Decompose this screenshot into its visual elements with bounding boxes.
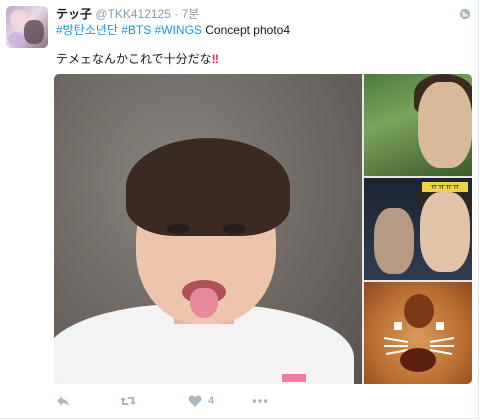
thumbnail-photo-3[interactable] [364, 282, 472, 384]
more-icon[interactable] [252, 394, 268, 408]
avatar-art [24, 20, 44, 44]
media-grid: ㅠㅠㅠㅠ [54, 74, 472, 384]
header-separator: · [174, 7, 179, 21]
avatar-art [8, 32, 24, 46]
photo-shape [400, 348, 436, 372]
retweet-icon[interactable] [120, 394, 136, 408]
tweet-body: テメェなんかこれで十分だな‼ [56, 50, 219, 68]
photo-shape [404, 294, 434, 328]
hashtag-link[interactable]: #WINGS [155, 23, 202, 37]
photo-caption: ㅠㅠㅠㅠ [422, 182, 468, 192]
photo-shape [190, 288, 218, 318]
photo-shape [282, 374, 306, 382]
author-handle[interactable]: @TKK412125 [95, 7, 171, 21]
thumbnail-photo-1[interactable] [364, 74, 472, 176]
tweet-timestamp[interactable]: 7분 [182, 7, 200, 21]
heart-icon[interactable] [188, 394, 202, 408]
double-exclamation-emoji: ‼ [211, 52, 219, 66]
globe-icon[interactable] [459, 8, 471, 20]
thumbnail-photo-2[interactable]: ㅠㅠㅠㅠ [364, 178, 472, 280]
photo-shape [418, 82, 472, 168]
photo-shape [126, 138, 290, 236]
hashtag-link[interactable]: #방탄소년단 [56, 23, 118, 37]
hashtag-link[interactable]: #BTS [121, 23, 151, 37]
photo-shape [222, 224, 246, 234]
like-count[interactable]: 4 [208, 394, 214, 408]
main-photo[interactable] [54, 74, 362, 384]
tweet-hashtags: #방탄소년단 #BTS #WINGS Concept photo4 [56, 22, 290, 38]
tweet-caption: Concept photo4 [205, 23, 290, 37]
tweet-body-text: テメェなんかこれで十分だな [56, 52, 212, 66]
photo-shape [420, 192, 470, 272]
photo-shape [394, 322, 402, 330]
reply-icon[interactable] [56, 394, 70, 408]
photo-shape [436, 322, 444, 330]
photo-shape [374, 208, 414, 274]
photo-shape [166, 224, 190, 234]
tweet-header: テッ子 @TKK412125 · 7분 [56, 6, 199, 22]
author-name[interactable]: テッ子 [56, 7, 92, 21]
avatar[interactable] [6, 6, 48, 48]
